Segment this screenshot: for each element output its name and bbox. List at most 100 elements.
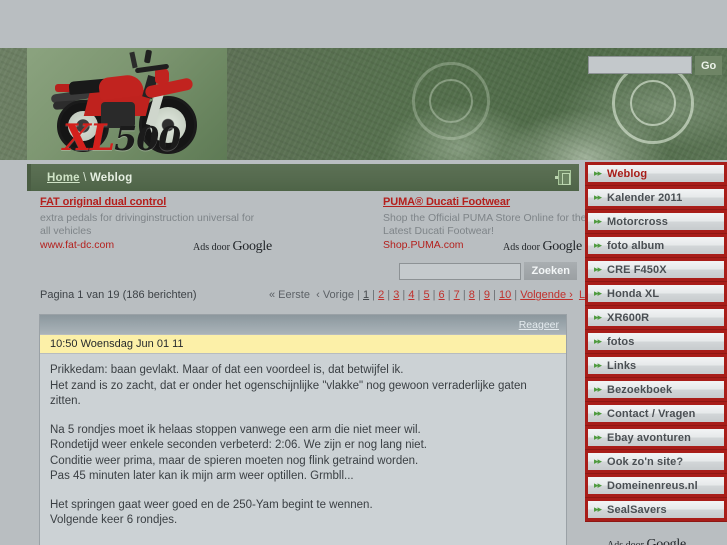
sidebar-ads-attribution: Ads door Google (607, 537, 686, 545)
sidebar-item-kalender-2011[interactable]: ▸▸ Kalender 2011 (585, 186, 727, 210)
bike-headlight (155, 68, 169, 84)
sidebar-item-cre-f450x[interactable]: ▸▸ CRE F450X (585, 258, 727, 282)
breadcrumb: Home \ Weblog (47, 172, 132, 184)
double-chevron-right-icon: ▸▸ (594, 432, 602, 442)
search-submit-button[interactable]: Zoeken (524, 262, 577, 280)
sidebar-ads-attribution-brand: Google (646, 537, 686, 545)
bike-mirror-right (143, 49, 153, 64)
post-body: Prikkedam: baan gevlakt. Maar of dat een… (40, 354, 566, 539)
sidebar-item-inner: ▸▸ Ebay avonturen (588, 429, 724, 446)
ad-1-line-2: all vehicles (40, 225, 92, 237)
header-search: Go (588, 54, 723, 76)
post-reply-link-top[interactable]: Reageer (519, 319, 559, 331)
post-paragraph: Prikkedam: baan gevlakt. Maar of dat een… (50, 364, 527, 407)
pagination-separator: | (474, 289, 484, 301)
sidebar-item-honda-xl[interactable]: ▸▸ Honda XL (585, 282, 727, 306)
header-bike-photo: XL500 (27, 48, 227, 160)
sidebar-item-label: Links (607, 359, 637, 372)
sidebar-item-inner: ▸▸ SealSavers (588, 501, 724, 518)
search-row: Zoeken (27, 262, 579, 286)
pagination: Pagina 1 van 19 (186 berichten) « Eerste… (27, 286, 624, 308)
header-search-input[interactable] (588, 56, 692, 74)
post-paragraph: Na 5 rondjes moet ik helaas stoppen vanw… (50, 423, 427, 483)
sidebar-item-ebay-avonturen[interactable]: ▸▸ Ebay avonturen (585, 426, 727, 450)
ad-1-attribution: Ads door Google (193, 240, 272, 255)
sidebar-item-inner: ▸▸ Honda XL (588, 285, 724, 302)
sidebar-item-foto-album[interactable]: ▸▸ foto album (585, 234, 727, 258)
ad-2-attribution: Ads door Google (503, 240, 582, 255)
sidebar: ▸▸ Weblog ▸▸ Kalender 2011 ▸▸ Motorcross ▸▸ fot… (585, 162, 727, 545)
pagination-separator: | (444, 289, 454, 301)
sidebar-item-contact-vragen[interactable]: ▸▸ Contact / Vragen (585, 402, 727, 426)
breadcrumb-current: Weblog (89, 171, 133, 184)
sidebar-item-inner: ▸▸ XR600R (588, 309, 724, 326)
sidebar-item-label: Bezoekboek (607, 383, 673, 396)
banner-ghost-wheel-rear (412, 62, 490, 140)
ad-1-title[interactable]: FAT original dual control (40, 196, 255, 210)
sidebar-item-inner: ▸▸ Bezoekboek (588, 381, 724, 398)
sidebar-item-inner: ▸▸ Weblog (588, 165, 724, 182)
sidebar-item-label: Domeinenreus.nl (607, 479, 698, 492)
pagination-first[interactable]: « Eerste (269, 289, 310, 301)
pagination-page-10[interactable]: 10 (499, 289, 511, 301)
pagination-separator: | (369, 289, 379, 301)
sidebar-item-inner: ▸▸ Motorcross (588, 213, 724, 230)
double-chevron-right-icon: ▸▸ (594, 480, 602, 490)
sidebar-item-motorcross[interactable]: ▸▸ Motorcross (585, 210, 727, 234)
ad-1-attribution-prefix: Ads door (193, 242, 233, 253)
post-header: Reageer (40, 315, 566, 334)
pagination-separator: | (399, 289, 409, 301)
sidebar-item-domeinenreus-nl[interactable]: ▸▸ Domeinenreus.nl (585, 474, 727, 498)
ad-1-line-1: extra pedals for drivinginstruction univ… (40, 211, 255, 224)
google-ads-top: FAT original dual control extra pedals f… (27, 196, 587, 262)
double-chevron-right-icon: ▸▸ (594, 264, 602, 274)
post-paragraph: Het springen gaat weer goed en de 250-Ya… (50, 498, 373, 527)
sidebar-item-sealsavers[interactable]: ▸▸ SealSavers (585, 498, 727, 522)
sidebar-item-bezoekboek[interactable]: ▸▸ Bezoekboek (585, 378, 727, 402)
ad-1-attribution-brand: Google (232, 239, 272, 254)
pagination-page-numbers: | 2 | 3 | 4 | 5 | 6 | 7 | 8 | 9 | 10 (369, 289, 511, 301)
pagination-separator: | (429, 289, 439, 301)
pagination-next[interactable]: Volgende › (520, 289, 573, 301)
ad-2-attribution-prefix: Ads door (503, 242, 543, 253)
double-chevron-right-icon: ▸▸ (594, 312, 602, 322)
pagination-links: « Eerste ‹ Vorige | 1 | 2 | 3 | 4 | 5 | … (269, 289, 624, 301)
double-chevron-right-icon: ▸▸ (594, 384, 602, 394)
double-chevron-right-icon: ▸▸ (594, 456, 602, 466)
sidebar-item-label: Honda XL (607, 287, 660, 300)
pagination-separator: | (384, 289, 394, 301)
sidebar-item-label: foto album (607, 239, 665, 252)
pagination-prev[interactable]: ‹ Vorige (316, 289, 354, 301)
sidebar-item-label: Motorcross (607, 215, 668, 228)
ad-2-title[interactable]: PUMA® Ducati Footwear (383, 196, 588, 210)
ad-2-attribution-brand: Google (542, 239, 582, 254)
sidebar-item-ook-zo-n-site[interactable]: ▸▸ Ook zo'n site? (585, 450, 727, 474)
sidebar-item-links[interactable]: ▸▸ Links (585, 354, 727, 378)
search-input[interactable] (399, 262, 522, 280)
header-go-button[interactable]: Go (695, 55, 722, 75)
logo-xl: XL (63, 117, 115, 159)
double-chevron-right-icon: ▸▸ (594, 240, 602, 250)
sidebar-item-xr600r[interactable]: ▸▸ XR600R (585, 306, 727, 330)
logo-500: 500 (114, 119, 181, 158)
ad-block-1: FAT original dual control extra pedals f… (40, 196, 272, 254)
sidebar-item-inner: ▸▸ Links (588, 357, 724, 374)
breadcrumb-home-link[interactable]: Home (47, 172, 80, 184)
sidebar-item-label: Ook zo'n site? (607, 455, 684, 468)
site-search: Zoeken (399, 262, 577, 280)
sidebar-item-inner: ▸▸ Contact / Vragen (588, 405, 724, 422)
pagination-info: Pagina 1 van 19 (186 berichten) (40, 289, 197, 301)
sidebar-item-inner: ▸▸ fotos (588, 333, 724, 350)
main-content: FAT original dual control extra pedals f… (27, 196, 624, 545)
print-page-icon[interactable] (555, 170, 571, 185)
sidebar-item-label: Weblog (607, 167, 648, 180)
sidebar-item-inner: ▸▸ Domeinenreus.nl (588, 477, 724, 494)
breadcrumb-separator: \ (79, 171, 90, 184)
double-chevron-right-icon: ▸▸ (594, 336, 602, 346)
sidebar-item-weblog[interactable]: ▸▸ Weblog (585, 162, 727, 186)
sidebar-item-fotos[interactable]: ▸▸ fotos (585, 330, 727, 354)
sidebar-item-inner: ▸▸ Kalender 2011 (588, 189, 724, 206)
sidebar-item-inner: ▸▸ foto album (588, 237, 724, 254)
sidebar-item-label: XR600R (607, 311, 650, 324)
site-logo-text: XL500 (63, 116, 213, 160)
